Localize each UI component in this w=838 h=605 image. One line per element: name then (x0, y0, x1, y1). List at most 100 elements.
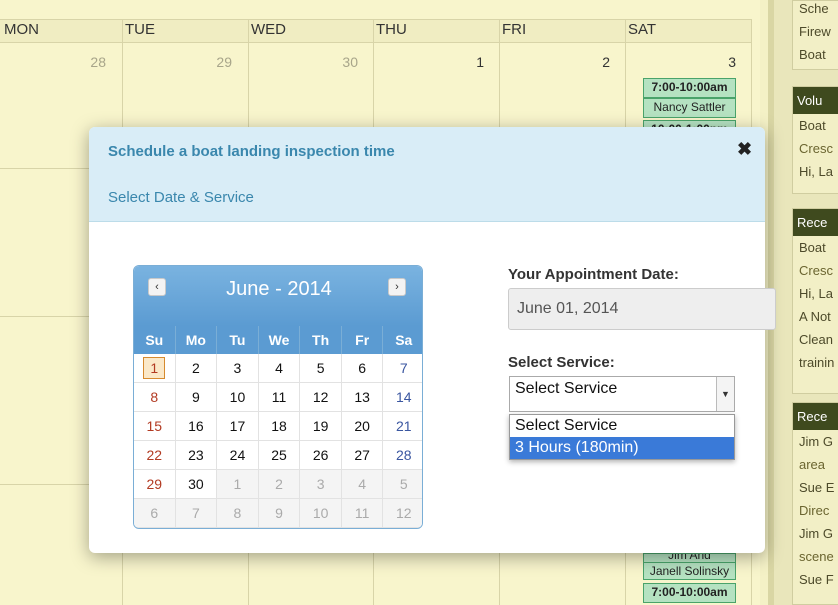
schedule-modal: Schedule a boat landing inspection time … (89, 127, 776, 553)
calendar-date[interactable]: 2 (580, 54, 610, 70)
sidebar-box-schedule: Sche Firew Boat (792, 0, 838, 70)
sidebar-text: Firew (799, 24, 831, 39)
day-cell-other-month: 2 (258, 470, 301, 498)
sidebar-link[interactable]: Direc (793, 499, 838, 522)
day-number: 5 (316, 360, 325, 376)
day-cell-other-month: 5 (383, 470, 422, 498)
next-month-button[interactable]: › (388, 278, 406, 296)
day-cell[interactable]: 19 (300, 412, 342, 440)
datepicker-week-row: 8 9 10 11 12 13 14 (134, 383, 422, 412)
day-cell[interactable]: 15 (134, 412, 176, 440)
calendar-event-name[interactable]: Janell Solinsky (643, 562, 736, 580)
close-icon[interactable]: ✖ (737, 139, 752, 160)
datepicker-week-row: 29 30 1 2 3 4 5 (134, 470, 422, 499)
day-cell[interactable]: 2 (176, 354, 218, 382)
sidebar-text: Boat (799, 118, 826, 133)
selected-day-cell[interactable]: 1 (134, 354, 176, 382)
day-number: 15 (146, 418, 163, 434)
calendar-date[interactable]: 30 (328, 54, 358, 70)
day-number: 11 (354, 505, 370, 521)
day-cell-other-month: 10 (300, 499, 342, 527)
day-cell[interactable]: 8 (134, 383, 176, 411)
calendar-date[interactable]: 29 (202, 54, 232, 70)
day-cell-other-month: 3 (300, 470, 342, 498)
day-number: 30 (188, 476, 204, 492)
calendar-date[interactable]: 1 (454, 54, 484, 70)
weekday-header: Su Mo Tu We Th Fr Sa (134, 326, 422, 354)
day-cell[interactable]: 12 (300, 383, 342, 411)
sidebar-text: Clean (799, 332, 833, 347)
appointment-date-field[interactable]: June 01, 2014 (508, 288, 776, 330)
day-cell[interactable]: 14 (383, 383, 422, 411)
day-number: 11 (271, 389, 287, 405)
calendar-event-name[interactable]: Nancy Sattler (643, 98, 736, 118)
day-number: 7 (191, 505, 200, 521)
weekday-label: We (259, 326, 301, 354)
day-cell[interactable]: 23 (176, 441, 218, 469)
day-cell[interactable]: 29 (134, 470, 176, 498)
day-number: 2 (191, 360, 200, 376)
day-cell[interactable]: 4 (259, 354, 301, 382)
day-name-fri: FRI (502, 21, 527, 38)
day-number: 13 (354, 389, 370, 405)
day-cell[interactable]: 5 (300, 354, 342, 382)
day-cell[interactable]: 20 (342, 412, 384, 440)
day-cell[interactable]: 9 (176, 383, 218, 411)
day-cell[interactable]: 26 (300, 441, 342, 469)
weekday-label: Sa (395, 332, 413, 348)
sidebar-link[interactable]: Cresc (793, 137, 838, 160)
chevron-down-icon[interactable]: ▼ (716, 377, 734, 411)
sidebar-text: Sue E (799, 480, 835, 495)
day-cell[interactable]: 13 (342, 383, 384, 411)
day-name-tue: TUE (125, 21, 155, 38)
datepicker-week-row: 6 7 8 9 10 11 12 (134, 499, 422, 528)
day-cell[interactable]: 3 (217, 354, 259, 382)
day-number: 26 (312, 447, 329, 463)
service-select[interactable]: Select Service ▼ (509, 376, 735, 412)
day-cell[interactable]: 25 (259, 441, 301, 469)
service-option-highlighted[interactable]: 3 Hours (180min) (510, 437, 734, 459)
appointment-date-label: Your Appointment Date: (508, 266, 679, 283)
service-option[interactable]: Select Service (510, 415, 734, 437)
datepicker-week-row: 1 2 3 4 5 6 7 (134, 354, 422, 383)
weekday-label: Tu (217, 326, 259, 354)
day-cell[interactable]: 21 (383, 412, 422, 440)
sidebar-link[interactable]: scene (793, 545, 838, 568)
day-cell[interactable]: 11 (259, 383, 301, 411)
day-number: 23 (188, 447, 204, 463)
day-cell[interactable]: 30 (176, 470, 218, 498)
day-cell-other-month: 9 (258, 499, 301, 527)
day-cell[interactable]: 6 (342, 354, 384, 382)
day-cell-other-month: 12 (383, 499, 422, 527)
sidebar-link[interactable]: area (793, 453, 838, 476)
day-cell[interactable]: 7 (383, 354, 422, 382)
calendar-date[interactable]: 3 (706, 54, 736, 70)
day-cell[interactable]: 17 (217, 412, 259, 440)
day-cell[interactable]: 16 (176, 412, 218, 440)
calendar-date[interactable]: 28 (76, 54, 106, 70)
datepicker-grid: 1 2 3 4 5 6 7 8 9 10 11 12 13 14 15 16 17 18 19 20 21 22 23 24 2… (134, 354, 422, 528)
day-number: 6 (358, 360, 367, 376)
day-number: 3 (233, 360, 242, 376)
day-number: 7 (399, 360, 408, 376)
day-cell[interactable]: 18 (259, 412, 301, 440)
day-cell-other-month: 11 (341, 499, 384, 527)
datepicker-month-title: June - 2014 (226, 278, 332, 300)
datepicker-week-row: 22 23 24 25 26 27 28 (134, 441, 422, 470)
day-cell[interactable]: 24 (217, 441, 259, 469)
day-number: 5 (399, 476, 408, 492)
day-cell-other-month: 4 (341, 470, 384, 498)
day-cell-other-month: 7 (175, 499, 218, 527)
day-cell[interactable]: 10 (217, 383, 259, 411)
day-number: 10 (312, 505, 329, 521)
day-number: 14 (395, 389, 412, 405)
day-cell[interactable]: 27 (342, 441, 384, 469)
day-cell[interactable]: 28 (383, 441, 422, 469)
calendar-event-time[interactable]: 7:00-10:00am (643, 78, 736, 98)
day-cell[interactable]: 22 (134, 441, 176, 469)
sidebar-link[interactable]: Cresc (793, 259, 838, 282)
day-number: 24 (229, 447, 246, 463)
day-cell-other-month: 1 (217, 470, 259, 498)
sidebar-box-heading: Rece (793, 209, 838, 236)
calendar-event-time[interactable]: 7:00-10:00am (643, 583, 736, 603)
